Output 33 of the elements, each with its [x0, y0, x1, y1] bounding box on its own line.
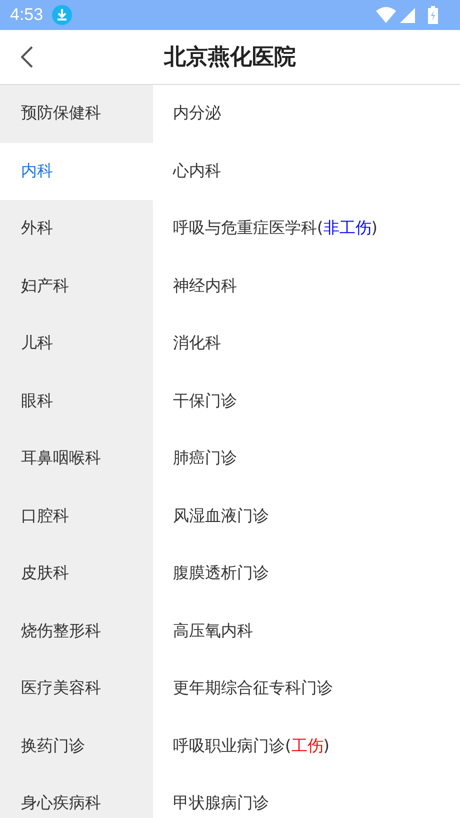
signal-icon: [400, 8, 415, 22]
department-item[interactable]: 耳鼻咽喉科: [0, 430, 153, 488]
department-item[interactable]: 医疗美容科: [0, 660, 153, 718]
department-item[interactable]: 儿科: [0, 315, 153, 372]
department-item[interactable]: 皮肤科: [0, 545, 153, 602]
department-item[interactable]: 烧伤整形科: [0, 602, 153, 660]
battery-icon: [428, 6, 438, 24]
clinic-item[interactable]: 腹膜透析门诊: [173, 563, 269, 584]
clinic-item[interactable]: 干保门诊: [173, 390, 237, 412]
clinic-item[interactable]: 消化科: [173, 333, 221, 354]
clinic-item[interactable]: 高压氧内科: [173, 620, 253, 642]
clinic-item[interactable]: 风湿血液门诊: [173, 506, 269, 527]
clinic-item[interactable]: 呼吸与危重症医学科(非工伤): [173, 218, 378, 240]
clinic-item[interactable]: 呼吸职业病门诊(工伤): [173, 736, 330, 757]
download-icon: [52, 5, 72, 25]
clinic-item[interactable]: 肺癌门诊: [173, 448, 237, 470]
clinic-item[interactable]: 内分泌: [173, 103, 221, 124]
department-item[interactable]: 预防保健科: [0, 85, 153, 142]
wifi-icon: [376, 7, 396, 23]
status-time: 4:53: [10, 5, 44, 25]
department-item[interactable]: 妇产科: [0, 258, 153, 315]
clinic-item[interactable]: 神经内科: [173, 276, 237, 297]
department-item[interactable]: 换药门诊: [0, 718, 153, 775]
department-item[interactable]: 眼科: [0, 372, 153, 430]
department-item[interactable]: 口腔科: [0, 488, 153, 545]
department-item[interactable]: 内科: [0, 142, 153, 200]
department-item[interactable]: 身心疾病科: [0, 775, 153, 818]
header-title: 北京燕化医院: [164, 44, 296, 72]
clinic-item[interactable]: 甲状腺病门诊: [173, 793, 269, 814]
clinic-item[interactable]: 心内科: [173, 160, 221, 182]
clinic-item[interactable]: 更年期综合征专科门诊: [173, 678, 333, 700]
department-item[interactable]: 外科: [0, 200, 153, 258]
back-icon[interactable]: [21, 46, 33, 68]
